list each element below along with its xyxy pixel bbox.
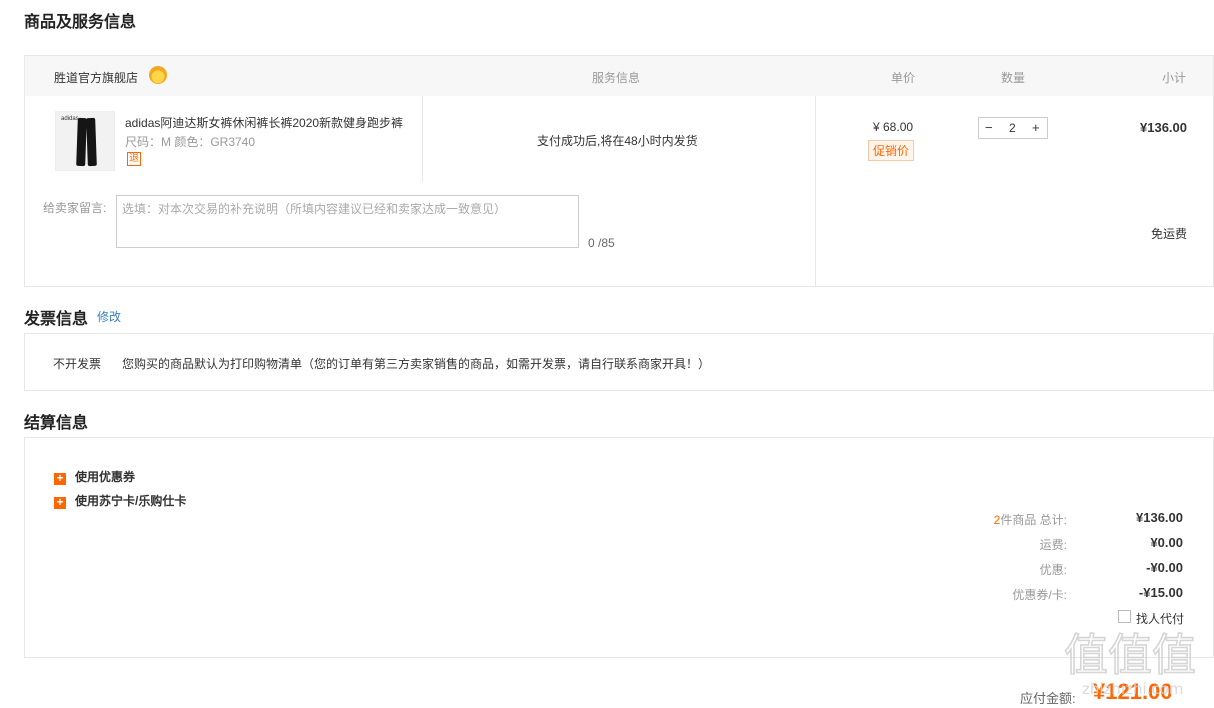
invoice-section-title: 发票信息	[24, 311, 89, 328]
discount-value: -¥0.00	[1146, 560, 1183, 575]
order-table-header: 胜道官方旗舰店 服务信息 单价 数量 小计	[24, 55, 1214, 97]
plus-expand-icon: +	[54, 472, 66, 485]
shop-badge-icon	[149, 66, 167, 84]
divider	[815, 182, 816, 286]
coupon-card-value: -¥15.00	[1138, 585, 1183, 600]
total-label-text: 件商品 总计:	[1000, 513, 1067, 527]
settlement-box: + 使用优惠券 + 使用苏宁卡/乐购仕卡 2件商品 总计: ¥136.00 运费: …	[24, 437, 1214, 658]
col-header-qty: 数量	[1001, 71, 1026, 85]
invoice-note: 您购买的商品默认为打印购物清单（您的订单有第三方卖家销售的商品，如需开发票，请自…	[122, 357, 711, 371]
product-name-link[interactable]: adidas阿迪达斯女裤休闲裤长裤2020新款健身跑步裤	[125, 114, 410, 131]
qty-minus-button[interactable]: −	[985, 120, 993, 135]
qty-value[interactable]: 2	[1009, 121, 1016, 135]
product-thumbnail[interactable]: adidas	[55, 111, 115, 171]
plus-expand-icon: +	[54, 496, 66, 509]
col-header-subtotal: 小计	[1162, 71, 1187, 85]
divider	[815, 96, 816, 182]
remark-row: 给卖家留言: 0 /85 免运费	[24, 182, 1214, 287]
payable-amount: ¥121.00	[1093, 679, 1173, 704]
divider	[422, 96, 423, 182]
proxy-pay-checkbox[interactable]	[1118, 610, 1131, 623]
product-attributes: 尺码：M 颜色：GR3740	[125, 135, 256, 149]
use-card-toggle[interactable]: + 使用苏宁卡/乐购仕卡	[54, 492, 186, 509]
quantity-stepper: − 2 +	[978, 117, 1048, 139]
thumb-brand-logo: adidas	[61, 116, 79, 122]
invoice-edit-link[interactable]: 修改	[97, 308, 121, 325]
freight-value: ¥0.00	[1150, 535, 1183, 550]
settlement-section-title: 结算信息	[24, 415, 89, 432]
use-coupon-label: 使用优惠券	[75, 470, 136, 484]
qty-plus-button[interactable]: +	[1032, 120, 1040, 135]
invoice-type: 不开发票	[53, 357, 102, 371]
freight-label: 运费:	[1039, 538, 1067, 552]
promo-price-tag: 促销价	[868, 140, 915, 161]
shipping-fee: 免运费	[1150, 227, 1187, 241]
unit-price: ¥ 68.00	[873, 120, 914, 134]
pants-image-right	[86, 117, 97, 167]
shop-name-link[interactable]: 胜道官方旗舰店	[54, 69, 138, 86]
col-header-price: 单价	[891, 71, 916, 85]
total-value: ¥136.00	[1136, 510, 1183, 525]
total-label: 2件商品 总计:	[994, 511, 1067, 528]
col-header-service: 服务信息	[592, 71, 641, 85]
proxy-pay-label[interactable]: 找人代付	[1136, 610, 1184, 627]
item-subtotal: ¥136.00	[1140, 120, 1187, 135]
remark-char-count: 0 /85	[588, 236, 615, 250]
coupon-card-label: 优惠券/卡:	[1012, 588, 1067, 602]
payable-label: 应付金额:	[1020, 691, 1076, 706]
invoice-box: 不开发票 您购买的商品默认为打印购物清单（您的订单有第三方卖家销售的商品，如需开…	[24, 333, 1214, 391]
return-tag: 退	[127, 152, 141, 166]
goods-section-title: 商品及服务信息	[24, 14, 137, 31]
remark-label: 给卖家留言:	[43, 201, 107, 215]
use-card-label: 使用苏宁卡/乐购仕卡	[75, 494, 187, 508]
service-info: 支付成功后,将在48小时内发货	[537, 134, 698, 148]
discount-label: 优惠:	[1039, 563, 1067, 577]
pants-image-left	[76, 117, 87, 167]
seller-remark-input[interactable]	[116, 195, 579, 248]
product-row: adidas adidas阿迪达斯女裤休闲裤长裤2020新款健身跑步裤 尺码：M…	[24, 96, 1214, 183]
use-coupon-toggle[interactable]: + 使用优惠券	[54, 468, 135, 485]
